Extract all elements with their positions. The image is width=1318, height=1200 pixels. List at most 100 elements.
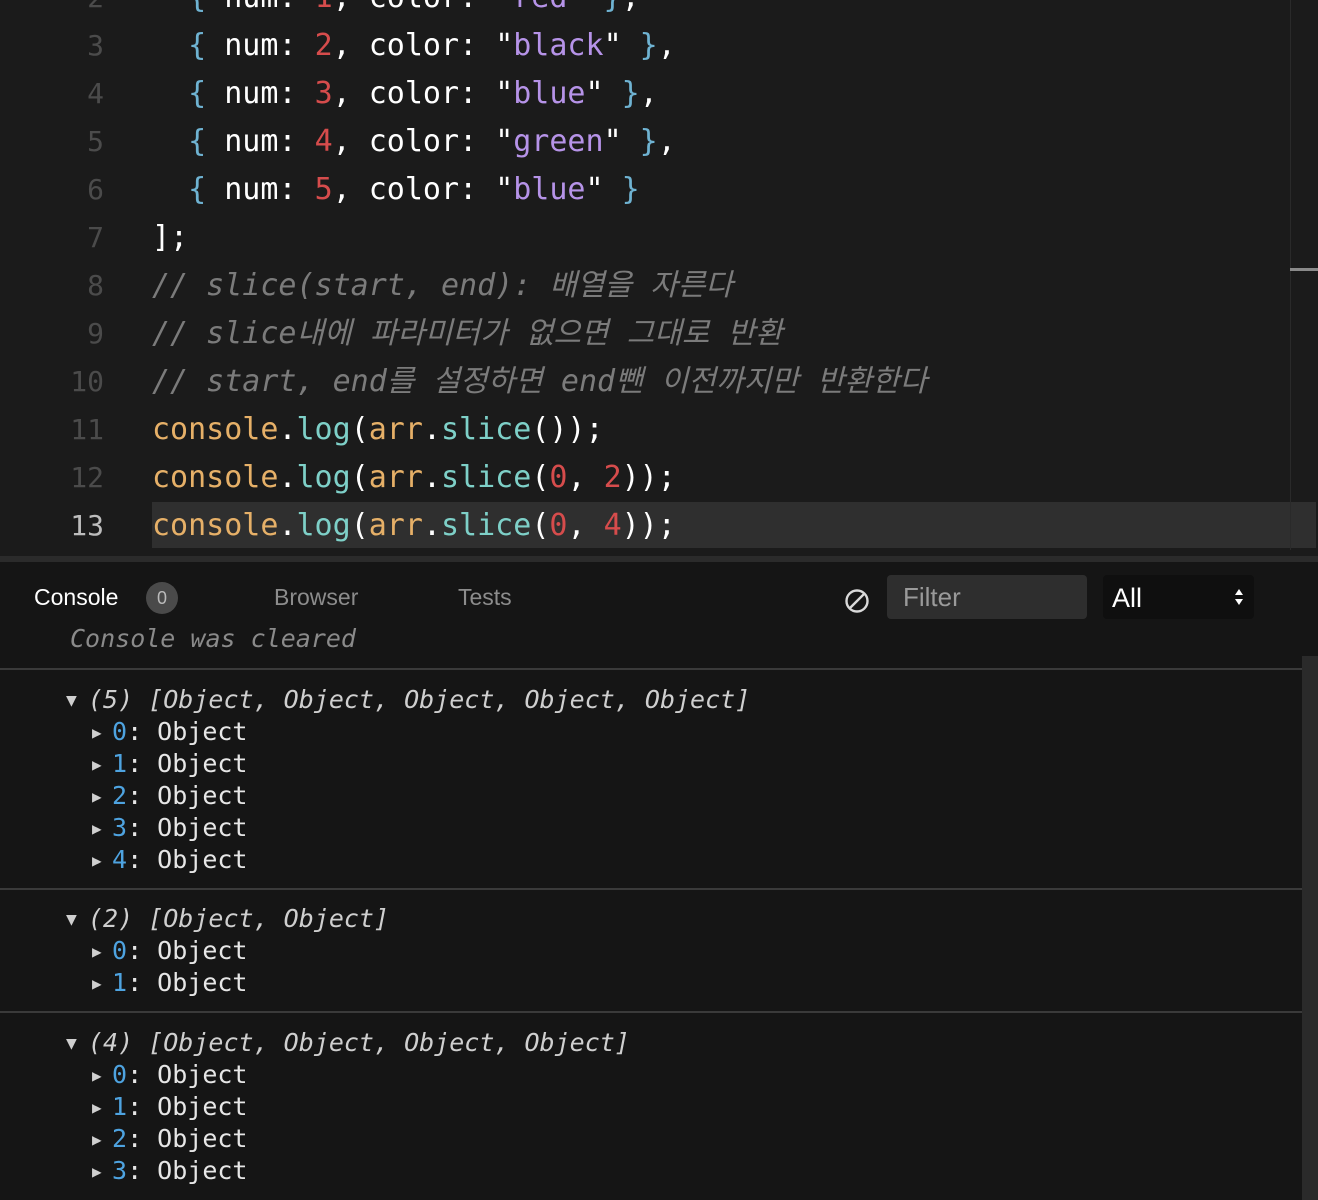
- code-token: 5: [314, 172, 333, 207]
- code-text: // slice내에 파라미터가 없으면 그대로 반환: [152, 310, 1316, 356]
- tab-console[interactable]: Console: [34, 582, 118, 612]
- code-token: ,: [333, 0, 369, 15]
- code-token: 4: [314, 124, 333, 159]
- code-token: .: [422, 412, 441, 447]
- code-token: color: [369, 0, 459, 15]
- code-token: num: [224, 76, 279, 111]
- collapsed-triangle-icon: ▶: [92, 974, 102, 993]
- log-summary[interactable]: ▼ (5) [Object, Object, Object, Object, Ob…: [66, 684, 750, 716]
- editor-scroll-thumb[interactable]: [1290, 268, 1318, 271]
- code-text: ];: [152, 214, 1316, 260]
- code-token: {: [188, 124, 225, 159]
- collapsed-triangle-icon: ▶: [92, 723, 102, 742]
- code-token: // start, end를 설정하면 end뺀 이전까지만 반환한다: [152, 364, 928, 399]
- collapsed-triangle-icon: ▶: [92, 1162, 102, 1181]
- code-token: }: [621, 124, 658, 159]
- code-token: ,: [332, 76, 369, 111]
- line-number: 12: [70, 461, 104, 494]
- code-line[interactable]: 3 { num: 2, color: "black" },: [0, 22, 1318, 70]
- code-token: num: [224, 124, 279, 159]
- code-token: black: [513, 28, 604, 63]
- code-line[interactable]: 11 console.log(arr.slice());: [0, 406, 1318, 454]
- code-text: // start, end를 설정하면 end뺀 이전까지만 반환한다: [152, 358, 1316, 404]
- code-token: {: [188, 0, 224, 15]
- code-editor[interactable]: 2 { num: 1, color: "red" },3 { num: 2, c…: [0, 0, 1318, 556]
- code-token: ": [567, 0, 585, 15]
- log-item[interactable]: ▶ 0: Object: [92, 716, 247, 748]
- code-token: (: [350, 508, 369, 543]
- code-line[interactable]: 5 { num: 4, color: "green" },: [0, 118, 1318, 166]
- code-token: :: [278, 28, 315, 63]
- collapsed-triangle-icon: ▶: [92, 1098, 102, 1117]
- code-token: ": [495, 0, 513, 15]
- code-text: // slice(start, end): 배열을 자른다: [152, 262, 1316, 308]
- log-item[interactable]: ▶ 1: Object: [92, 748, 247, 780]
- line-number: 4: [87, 77, 104, 110]
- code-token: // slice내에 파라미터가 없으면 그대로 반환: [152, 316, 783, 351]
- code-token: arr: [368, 508, 423, 543]
- code-token: ,: [622, 0, 640, 15]
- log-item[interactable]: ▶ 2: Object: [92, 780, 247, 812]
- log-item[interactable]: ▶ 3: Object: [92, 812, 247, 844]
- editor-scrollbar[interactable]: [1290, 0, 1317, 550]
- collapsed-triangle-icon: ▶: [92, 755, 102, 774]
- code-token: (: [350, 460, 369, 495]
- log-item[interactable]: ▶ 4: Object: [92, 844, 247, 876]
- code-line[interactable]: 8 // slice(start, end): 배열을 자른다: [0, 262, 1318, 310]
- log-summary[interactable]: ▼ (4) [Object, Object, Object, Object]: [66, 1027, 630, 1059]
- code-token: 2: [314, 28, 333, 63]
- line-number: 7: [87, 221, 104, 254]
- code-token: .: [278, 412, 297, 447]
- code-token: :: [278, 172, 315, 207]
- log-level-value: All: [1112, 583, 1143, 613]
- clear-console-icon[interactable]: [842, 586, 872, 616]
- code-token: 4: [603, 508, 622, 543]
- code-token: .: [422, 460, 441, 495]
- code-token: 2: [603, 460, 622, 495]
- expanded-triangle-icon: ▼: [66, 909, 77, 930]
- code-token: :: [459, 0, 495, 15]
- code-line[interactable]: 4 { num: 3, color: "blue" },: [0, 70, 1318, 118]
- log-item[interactable]: ▶ 1: Object: [92, 967, 247, 999]
- log-summary[interactable]: ▼ (2) [Object, Object]: [66, 903, 389, 935]
- collapsed-triangle-icon: ▶: [92, 787, 102, 806]
- console-output[interactable]: Console was cleared ▼ (5) [Object, Object…: [0, 620, 1302, 1200]
- code-token: .: [278, 508, 297, 543]
- code-line[interactable]: 2 { num: 1, color: "red" },: [0, 0, 1318, 22]
- code-line[interactable]: 12 console.log(arr.slice(0, 2));: [0, 454, 1318, 502]
- code-token: slice: [441, 508, 532, 543]
- tab-tests[interactable]: Tests: [458, 582, 512, 612]
- console-count-badge: 0: [146, 582, 178, 614]
- log-separator: [0, 888, 1302, 890]
- code-line[interactable]: 6 { num: 5, color: "blue" }: [0, 166, 1318, 214]
- code-token: ": [603, 28, 622, 63]
- code-token: ));: [621, 508, 676, 543]
- code-line[interactable]: 13 console.log(arr.slice(0, 4));: [0, 502, 1318, 550]
- code-text: { num: 5, color: "blue" }: [152, 166, 1316, 212]
- code-token: ,: [332, 124, 369, 159]
- log-separator: [0, 1011, 1302, 1013]
- expanded-triangle-icon: ▼: [66, 1033, 77, 1054]
- log-item[interactable]: ▶ 1: Object: [92, 1091, 247, 1123]
- collapsed-triangle-icon: ▶: [92, 851, 102, 870]
- tab-browser[interactable]: Browser: [274, 582, 358, 612]
- console-cleared-message: Console was cleared: [70, 624, 356, 653]
- console-scrollbar[interactable]: [1302, 656, 1318, 1200]
- code-token: :: [278, 0, 314, 15]
- code-token: ": [585, 76, 604, 111]
- log-separator: [0, 668, 1302, 670]
- code-token: log: [296, 412, 351, 447]
- filter-input[interactable]: [887, 575, 1087, 619]
- log-item[interactable]: ▶ 2: Object: [92, 1123, 247, 1155]
- code-line[interactable]: 9 // slice내에 파라미터가 없으면 그대로 반환: [0, 310, 1318, 358]
- log-item[interactable]: ▶ 0: Object: [92, 1059, 247, 1091]
- log-item[interactable]: ▶ 3: Object: [92, 1155, 247, 1187]
- log-level-select[interactable]: All: [1103, 575, 1254, 619]
- code-token: num: [224, 172, 279, 207]
- code-token: slice: [441, 412, 532, 447]
- code-line[interactable]: 7];: [0, 214, 1318, 262]
- code-line[interactable]: 10 // start, end를 설정하면 end뺀 이전까지만 반환한다: [0, 358, 1318, 406]
- code-token: (: [531, 508, 550, 543]
- code-token: ,: [332, 28, 369, 63]
- log-item[interactable]: ▶ 0: Object: [92, 935, 247, 967]
